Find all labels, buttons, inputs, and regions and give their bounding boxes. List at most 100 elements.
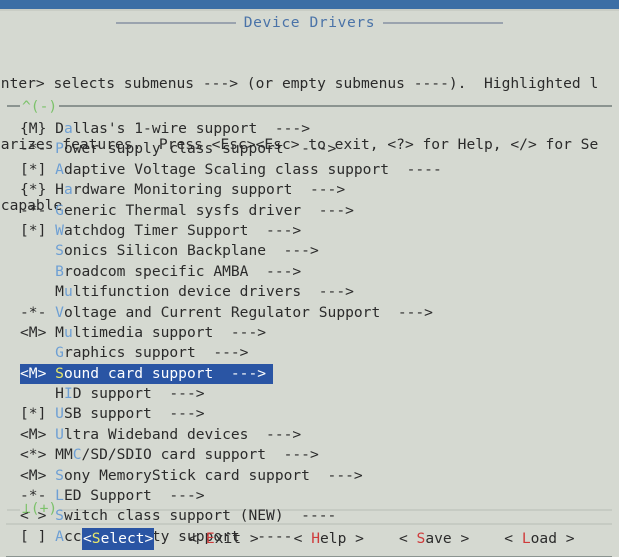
menu-item-hotkey: G [55,201,64,219]
menu-item[interactable]: [*] Adaptive Voltage Scaling class suppo… [20,160,442,180]
menu-item-label: ower supply class support ---> [63,140,337,158]
menu-item-label: ony MemoryStick card support ---> [63,466,363,484]
menu-item[interactable]: <*> MMC/SD/SDIO card support ---> [20,445,319,465]
menu-item-label: D support ---> [72,385,205,403]
button-label: elect> [100,530,154,547]
menu-item-label: /SD/SDIO card support ---> [81,446,319,464]
menu-item-label: eneric Thermal sysfs driver ---> [63,201,354,219]
menu-item-label: rdware Monitoring support ---> [72,181,346,199]
menu-item-hotkey: u [63,283,73,301]
button-bracket-left: < [504,530,522,547]
button-row: <Select> < Exit > < Help > < Save > < Load > [0,528,619,550]
button-elp[interactable]: < Help > [293,528,365,550]
menu-item-marker: -*- [20,303,56,321]
menu-item-hotkey: u [63,323,73,341]
menu-item[interactable]: -*- Generic Thermal sysfs driver ---> [20,201,354,221]
menu-item[interactable]: <M> Ultra Wideband devices ---> [20,425,301,445]
menu-item-label-pre: MM [55,446,73,464]
menu-item-hotkey: W [55,221,64,239]
menu-item-label: atchdog Timer Support ---> [63,221,302,239]
button-ave[interactable]: < Save > [398,528,470,550]
menu-item-marker: < > [20,507,56,525]
menu-item[interactable]: <M> Multimedia support ---> [20,323,280,343]
menu-item-label: ltra Wideband devices ---> [63,425,302,443]
menu-item[interactable]: -*- Power supply class support ---> [20,139,336,159]
menu-item-label-pre: M [55,283,64,301]
menu-item-label: witch class support (NEW) ---- [63,507,337,525]
menu-item-hotkey: L [55,487,64,505]
menu-item[interactable]: -*- Voltage and Current Regulator Suppor… [20,303,433,323]
page-title: Device Drivers [243,14,376,31]
menu-item-marker: -*- [20,201,56,219]
menu-item-marker: {*} [20,181,56,199]
button-bar: <Select> < Exit > < Help > < Save > < Load > [0,523,619,557]
menu-item-hotkey: a [63,181,73,199]
menu-item-hotkey: S [55,507,64,525]
buttonbar-rule-top [6,523,612,525]
title-rule-right [383,22,504,24]
menu-item[interactable]: {*} Hardware Monitoring support ---> [20,180,345,200]
button-label: xit > [214,530,259,547]
menu-item-marker: [*] [20,160,56,178]
menuconfig-dialog: Device Drivers Enter> selects submenus -… [0,9,619,557]
menu-item[interactable]: Graphics support ---> [20,343,280,363]
menu-list[interactable]: ^(-) ⊥(+) {M} Dallas's 1-wire support --… [7,97,612,545]
menu-item-marker: <M> [20,364,56,382]
list-border-top [7,105,612,107]
menu-item-label: roadcom specific AMBA ---> [63,262,302,280]
button-xit[interactable]: < Exit > [187,528,259,550]
menu-item-marker [20,344,55,361]
button-hotkey: E [205,530,215,547]
menu-item-label: SB support ---> [63,405,205,423]
menu-item[interactable]: Broadcom specific AMBA ---> [20,262,301,282]
menu-item-label-pre: H [55,385,64,403]
menu-item-marker: <M> [20,466,56,484]
menu-item-label: ED Support ---> [63,487,205,505]
menu-item-label-pre: D [55,120,64,137]
button-label: oad > [530,530,575,547]
menu-item-label-pre: M [55,323,64,341]
menu-item[interactable]: {M} Dallas's 1-wire support ---> [20,119,310,139]
menu-item-hotkey: A [55,160,64,178]
menu-item-marker: {M} [20,120,56,137]
button-hotkey: L [521,530,531,547]
menuconfig-screen: Device Drivers Enter> selects submenus -… [0,0,619,557]
menu-item-hotkey: S [55,466,64,484]
menu-item-marker: -*- [20,140,56,158]
menu-item-marker [20,242,55,259]
menu-item[interactable]: Multifunction device drivers ---> [20,282,354,302]
menu-item[interactable]: <M> Sony MemoryStick card support ---> [20,466,363,486]
button-elect[interactable]: <Select> [82,528,155,550]
button-hotkey: S [91,530,101,547]
scroll-up-indicator[interactable]: ^(-) [20,97,60,117]
menu-item-marker [20,263,55,280]
menu-item[interactable]: <M> Sound card support ---> [20,363,273,385]
menu-item-label: ltimedia support ---> [72,323,267,341]
menu-item-marker: <M> [20,425,56,443]
menu-item-container: {M} Dallas's 1-wire support ---> -*- Powe… [20,119,610,547]
menu-item-label: llas's 1-wire support ---> [72,120,310,137]
menu-item-label: ound card support ---> [63,364,267,382]
window-accent-bar [0,0,619,9]
menu-item-marker: -*- [20,487,56,505]
button-oad[interactable]: < Load > [503,528,575,550]
menu-item[interactable]: HID support ---> [20,384,280,404]
button-hotkey: S [416,530,426,547]
menu-item[interactable]: -*- LED Support ---> [20,486,280,506]
dialog-title-row: Device Drivers [0,13,619,33]
menu-item-hotkey: I [63,385,73,403]
menu-item-hotkey: P [55,140,64,158]
button-bracket-left: < [398,530,417,547]
menu-item[interactable]: [*] USB support ---> [20,404,280,424]
button-bracket-left: < [188,530,206,547]
menu-item-label: ltifunction device drivers ---> [72,283,354,301]
title-rule-left [115,22,236,24]
menu-item-hotkey: C [72,446,82,464]
menu-item-label: oltage and Current Regulator Support ---… [63,303,433,321]
menu-item-marker: <*> [20,446,56,464]
menu-item[interactable]: Sonics Silicon Backplane ---> [20,241,319,261]
button-label: ave > [425,530,470,547]
menu-item[interactable]: [*] Watchdog Timer Support ---> [20,221,301,241]
menu-item-hotkey: a [63,120,73,137]
menu-item-hotkey: V [55,303,64,321]
